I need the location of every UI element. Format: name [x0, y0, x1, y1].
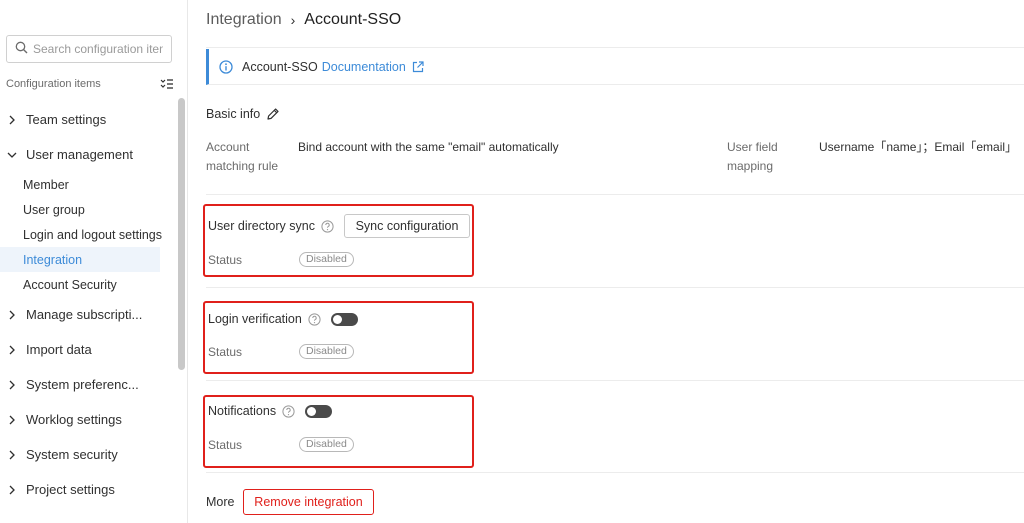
sidebar-group-worklog-settings[interactable]: Worklog settings: [0, 402, 176, 437]
chevron-right-icon: [7, 485, 17, 495]
remove-integration-button[interactable]: Remove integration: [243, 489, 374, 515]
documentation-link[interactable]: Documentation: [322, 60, 424, 74]
header-divider: [206, 47, 1024, 48]
status-label: Status: [208, 438, 243, 452]
sidebar-group-label: Team settings: [26, 112, 107, 127]
notifications-card: Notifications Status Disabled: [203, 395, 474, 468]
chevron-right-icon: [7, 115, 17, 125]
chevron-right-icon: [7, 450, 17, 460]
sidebar-group-label: Import data: [26, 342, 92, 357]
config-items-header: Configuration items: [6, 77, 174, 91]
search-box[interactable]: [6, 35, 172, 63]
chevron-down-icon: [7, 150, 17, 160]
sidebar: Configuration items Team settings User m…: [0, 0, 188, 523]
sidebar-group-system-preferences[interactable]: System preferenc...: [0, 367, 176, 402]
section-divider: [206, 287, 1024, 288]
collapse-list-icon[interactable]: [160, 77, 174, 91]
status-label: Status: [208, 253, 243, 267]
main-content: Integration › Account-SSO Account-SSO Do…: [189, 0, 1024, 523]
notifications-title: Notifications: [208, 404, 277, 418]
basic-info-heading: Basic info: [206, 107, 280, 121]
sidebar-group-label: User management: [26, 147, 133, 162]
sidebar-group-label: System preferenc...: [26, 377, 139, 392]
sidebar-nav: Team settings User management Member Use…: [0, 102, 176, 507]
login-verification-title: Login verification: [208, 312, 302, 326]
section-divider: [206, 194, 1024, 195]
matching-rule-value: Bind account with the same "email" autom…: [298, 140, 559, 154]
login-verification-card: Login verification Status Disabled: [203, 301, 474, 374]
more-label: More: [206, 495, 235, 509]
field-mapping-label-line: User field: [727, 140, 778, 154]
login-verification-toggle[interactable]: [330, 312, 358, 326]
breadcrumb: Integration › Account-SSO: [206, 11, 401, 29]
status-badge: Disabled: [299, 252, 354, 267]
banner-text: Account-SSO: [242, 59, 318, 74]
field-mapping-label: User field mapping: [727, 138, 778, 176]
edit-pencil-icon[interactable]: [266, 107, 280, 121]
sidebar-scrollbar[interactable]: [178, 98, 185, 370]
status-badge: Disabled: [299, 344, 354, 359]
documentation-link-label: Documentation: [321, 59, 406, 74]
section-divider: [206, 380, 1024, 381]
info-banner: Account-SSO Documentation: [206, 49, 1024, 85]
matching-rule-label-line: Account: [206, 140, 250, 154]
chevron-right-icon: [7, 380, 17, 390]
section-divider: [206, 472, 1024, 473]
search-icon: [15, 41, 28, 57]
sidebar-item-login-logout-settings[interactable]: Login and logout settings: [0, 222, 162, 247]
chevron-right-icon: [7, 345, 17, 355]
sidebar-group-label: System security: [26, 447, 118, 462]
info-icon: [219, 59, 233, 74]
sidebar-item-user-group[interactable]: User group: [0, 197, 160, 222]
help-circle-icon[interactable]: [282, 404, 295, 418]
sidebar-group-project-settings[interactable]: Project settings: [0, 472, 176, 507]
field-mapping-label-line: mapping: [727, 159, 774, 173]
sidebar-group-label: Manage subscripti...: [26, 307, 143, 322]
help-circle-icon[interactable]: [308, 312, 321, 326]
user-directory-sync-card: User directory sync Sync configuration S…: [203, 204, 474, 277]
user-directory-sync-title: User directory sync: [208, 219, 315, 233]
login-verification-heading: Login verification: [208, 312, 358, 326]
status-label: Status: [208, 345, 243, 359]
sidebar-group-user-management[interactable]: User management: [0, 137, 176, 172]
sidebar-group-team-settings[interactable]: Team settings: [0, 102, 176, 137]
status-badge: Disabled: [299, 437, 354, 452]
sidebar-item-integration[interactable]: Integration: [0, 247, 160, 272]
notifications-heading: Notifications: [208, 404, 333, 418]
matching-rule-label: Account matching rule: [206, 138, 278, 176]
field-mapping-value: Username「name」；Email「email」: [819, 140, 1018, 154]
chevron-right-icon: ›: [290, 12, 296, 28]
breadcrumb-parent-link[interactable]: Integration: [206, 11, 282, 29]
external-link-icon: [412, 60, 424, 73]
sidebar-group-label: Worklog settings: [26, 412, 122, 427]
page-title: Account-SSO: [304, 11, 402, 28]
user-directory-sync-heading: User directory sync: [208, 219, 334, 233]
sidebar-item-account-security[interactable]: Account Security: [0, 272, 160, 297]
notifications-toggle[interactable]: [305, 404, 333, 418]
sidebar-item-member[interactable]: Member: [0, 172, 160, 197]
chevron-right-icon: [7, 415, 17, 425]
sidebar-group-label: Project settings: [26, 482, 115, 497]
basic-info-title: Basic info: [206, 107, 261, 121]
sidebar-group-manage-subscription[interactable]: Manage subscripti...: [0, 297, 176, 332]
chevron-right-icon: [7, 310, 17, 320]
matching-rule-label-line: matching rule: [206, 159, 279, 173]
help-circle-icon[interactable]: [321, 219, 334, 233]
sidebar-group-import-data[interactable]: Import data: [0, 332, 176, 367]
config-items-label: Configuration items: [6, 78, 101, 90]
sidebar-group-system-security[interactable]: System security: [0, 437, 176, 472]
search-input[interactable]: [33, 42, 163, 56]
sync-configuration-button[interactable]: Sync configuration: [344, 214, 470, 238]
